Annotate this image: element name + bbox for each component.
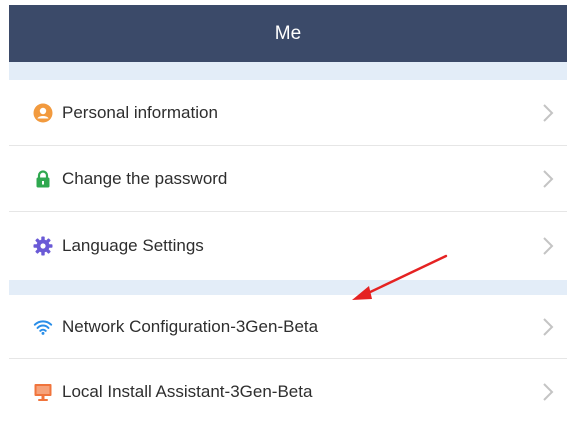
chevron-right-icon	[543, 169, 554, 188]
menu-item-label: Network Configuration-3Gen-Beta	[62, 316, 319, 336]
nav-bar: Me	[9, 5, 567, 62]
wifi-icon	[33, 317, 53, 337]
menu-item-personal-information[interactable]: Personal information	[9, 80, 567, 145]
menu-item-label: Personal information	[62, 102, 218, 122]
chevron-right-icon	[543, 237, 554, 255]
menu-item-label: Local Install Assistant-3Gen-Beta	[62, 382, 313, 401]
person-icon	[33, 103, 53, 123]
section-separator	[9, 62, 567, 80]
menu-item-language-settings[interactable]: Language Settings	[9, 212, 567, 280]
chevron-right-icon	[543, 383, 554, 401]
menu-item-local-install-assistant[interactable]: Local Install Assistant-3Gen-Beta	[9, 359, 567, 425]
profile-screen: Me Personal information Change the passw…	[9, 5, 567, 425]
menu-item-label: Language Settings	[62, 236, 204, 255]
menu-item-change-password[interactable]: Change the password	[9, 146, 567, 211]
gear-icon	[33, 236, 53, 256]
lock-icon	[33, 169, 53, 189]
monitor-icon	[33, 382, 53, 402]
menu-item-network-configuration[interactable]: Network Configuration-3Gen-Beta	[9, 295, 567, 358]
page-title: Me	[274, 22, 302, 44]
section-separator	[9, 280, 567, 295]
menu-item-label: Change the password	[62, 168, 228, 188]
chevron-right-icon	[543, 103, 554, 122]
chevron-right-icon	[543, 317, 554, 336]
